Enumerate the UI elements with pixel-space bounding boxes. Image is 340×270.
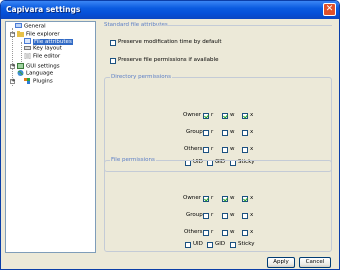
settings-tree: General − File explorer File attributes … bbox=[5, 21, 96, 253]
dir-others-label: Others bbox=[184, 146, 203, 152]
dir-others-write-label: w bbox=[230, 146, 235, 152]
close-button[interactable]: ✕ bbox=[323, 3, 336, 16]
title-bar[interactable]: Capivara settings ✕ bbox=[1, 1, 339, 19]
tree-line bbox=[21, 42, 22, 64]
expand-toggle-gui-settings[interactable]: + bbox=[10, 64, 15, 69]
section-divider bbox=[156, 25, 332, 26]
file-owner-exec-label: x bbox=[250, 195, 254, 201]
preserve-modification-time-label: Preserve modification time by default bbox=[118, 39, 222, 45]
dir-owner-read-label: r bbox=[211, 112, 214, 118]
plugin-icon bbox=[24, 78, 31, 84]
dir-owner-write-label: w bbox=[230, 112, 235, 118]
file-gid-label: GID bbox=[215, 241, 226, 247]
dir-owner-write-checkbox[interactable] bbox=[222, 113, 228, 119]
dir-group-label: Group bbox=[186, 129, 203, 135]
window-title: Capivara settings bbox=[6, 5, 81, 14]
dir-others-read-label: r bbox=[211, 146, 214, 152]
file-permissions-group: File permissions Owner r w x Group r w x… bbox=[104, 157, 332, 252]
dir-others-read-checkbox[interactable] bbox=[203, 147, 209, 153]
tree-item-file-explorer[interactable]: File explorer bbox=[17, 31, 60, 38]
file-others-exec-label: x bbox=[250, 229, 254, 235]
file-group-write-label: w bbox=[230, 212, 235, 218]
file-group-exec-label: x bbox=[250, 212, 254, 218]
dir-group-write-checkbox[interactable] bbox=[222, 130, 228, 136]
file-permissions-title: File permissions bbox=[110, 157, 156, 164]
file-group-read-checkbox[interactable] bbox=[203, 213, 209, 219]
dir-owner-exec-label: x bbox=[250, 112, 254, 118]
tree-item-file-editor[interactable]: File editor bbox=[24, 52, 60, 60]
file-group-read-label: r bbox=[211, 212, 214, 218]
file-sticky-checkbox[interactable] bbox=[230, 242, 236, 248]
expand-toggle-plugins[interactable]: + bbox=[10, 79, 15, 84]
dir-group-exec-label: x bbox=[250, 129, 254, 135]
file-others-write-label: w bbox=[230, 229, 235, 235]
gui-settings-icon bbox=[17, 63, 24, 69]
tree-item-file-attributes[interactable]: File attributes bbox=[24, 38, 73, 45]
dir-others-exec-checkbox[interactable] bbox=[242, 147, 248, 153]
file-uid-checkbox[interactable] bbox=[185, 242, 191, 248]
dir-owner-exec-checkbox[interactable] bbox=[242, 113, 248, 119]
preserve-modification-time-checkbox[interactable] bbox=[110, 40, 116, 46]
dir-group-write-label: w bbox=[230, 129, 235, 135]
dir-group-read-label: r bbox=[211, 129, 214, 135]
dir-group-read-checkbox[interactable] bbox=[203, 130, 209, 136]
tree-item-gui-settings[interactable]: GUI settings bbox=[17, 63, 60, 70]
folder-icon bbox=[17, 31, 24, 37]
tree-item-key-layout[interactable]: Key layout bbox=[24, 45, 62, 52]
file-others-read-label: r bbox=[211, 229, 214, 235]
tree-item-language[interactable]: Language bbox=[17, 70, 53, 77]
keyboard-icon bbox=[24, 45, 31, 51]
file-owner-read-checkbox[interactable] bbox=[203, 196, 209, 202]
dir-others-exec-label: x bbox=[250, 146, 254, 152]
preserve-permissions-label: Preserve file permissions if available bbox=[118, 57, 219, 63]
apply-button[interactable]: Apply bbox=[267, 257, 295, 268]
file-uid-label: UID bbox=[193, 241, 203, 247]
dir-owner-label: Owner bbox=[183, 112, 201, 118]
close-icon: ✕ bbox=[325, 4, 334, 14]
file-sticky-label: Sticky bbox=[238, 241, 255, 247]
preserve-permissions-checkbox[interactable] bbox=[110, 58, 116, 64]
file-others-exec-checkbox[interactable] bbox=[242, 230, 248, 236]
settings-window: Capivara settings ✕ General − File explo… bbox=[0, 0, 340, 270]
file-group-label: Group bbox=[186, 212, 203, 218]
file-owner-write-checkbox[interactable] bbox=[222, 196, 228, 202]
tree-item-plugins[interactable]: Plugins bbox=[24, 78, 53, 85]
tree-item-general[interactable]: General bbox=[15, 23, 46, 30]
file-editor-icon bbox=[24, 52, 31, 60]
globe-icon bbox=[17, 70, 24, 76]
file-group-exec-checkbox[interactable] bbox=[242, 213, 248, 219]
file-attributes-icon bbox=[24, 38, 31, 44]
file-attributes-panel: Standard file attributes Preserve modifi… bbox=[100, 21, 336, 253]
file-others-label: Others bbox=[184, 229, 203, 235]
dir-group-exec-checkbox[interactable] bbox=[242, 130, 248, 136]
file-gid-checkbox[interactable] bbox=[207, 242, 213, 248]
directory-permissions-title: Directory permissions bbox=[110, 74, 172, 81]
file-owner-read-label: r bbox=[211, 195, 214, 201]
file-owner-exec-checkbox[interactable] bbox=[242, 196, 248, 202]
file-group-write-checkbox[interactable] bbox=[222, 213, 228, 219]
file-owner-label: Owner bbox=[183, 195, 201, 201]
file-others-write-checkbox[interactable] bbox=[222, 230, 228, 236]
expand-toggle-file-explorer[interactable]: − bbox=[10, 32, 15, 37]
dir-owner-read-checkbox[interactable] bbox=[203, 113, 209, 119]
dir-others-write-checkbox[interactable] bbox=[222, 147, 228, 153]
file-owner-write-label: w bbox=[230, 195, 235, 201]
general-icon bbox=[15, 23, 22, 29]
cancel-button[interactable]: Cancel bbox=[299, 257, 331, 268]
file-others-read-checkbox[interactable] bbox=[203, 230, 209, 236]
